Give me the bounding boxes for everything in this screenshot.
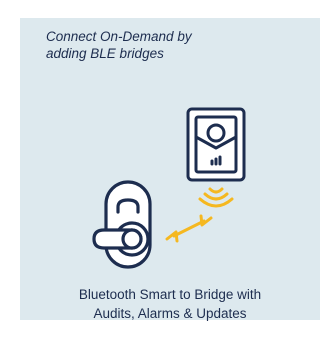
- double-arrow-icon: [165, 214, 213, 243]
- ble-bridge-illustration: [92, 107, 246, 269]
- door-lock-icon: [92, 180, 152, 269]
- caption-line-2: Audits, Alarms & Updates: [93, 306, 247, 321]
- wireless-signal-icon: [198, 187, 234, 208]
- card-caption: Bluetooth Smart to Bridge with Audits, A…: [20, 285, 320, 323]
- feature-card: Connect On-Demand by adding BLE bridges: [20, 18, 320, 323]
- ble-bridge-icon: [186, 107, 246, 182]
- caption-line-1: Bluetooth Smart to Bridge with: [78, 287, 262, 302]
